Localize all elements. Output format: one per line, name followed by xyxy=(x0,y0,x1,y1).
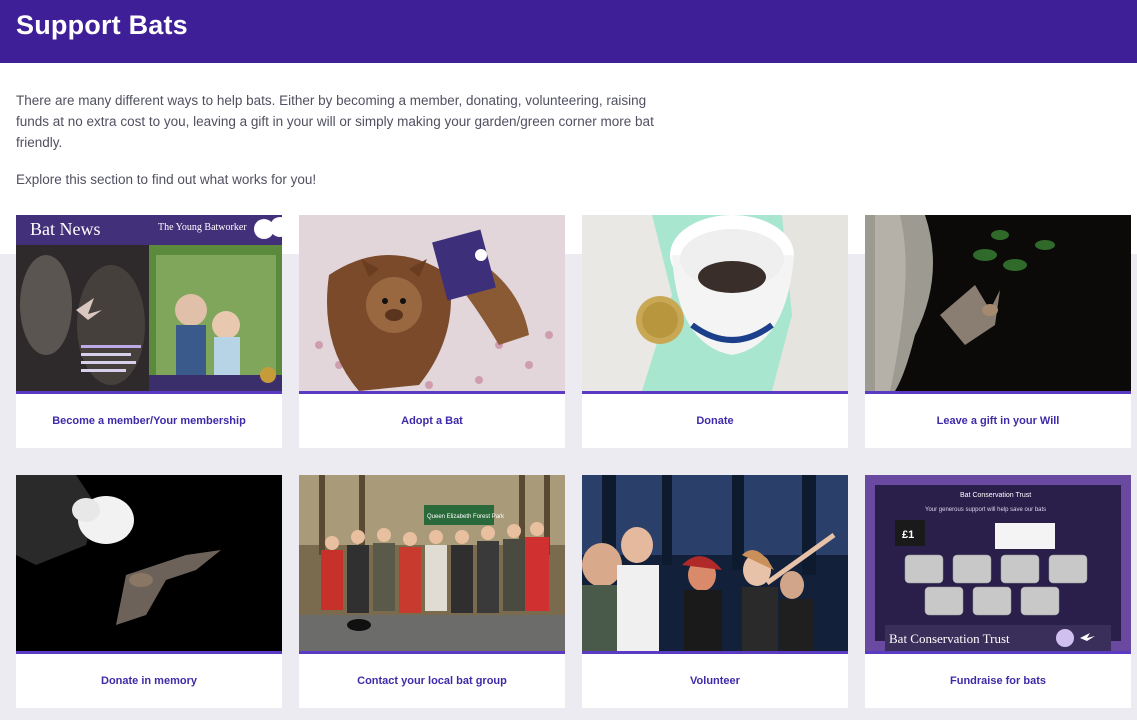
volunteers-at-night-image xyxy=(582,475,848,651)
magazine-covers-image: Bat News The Young Batworker xyxy=(16,215,282,391)
card-gift-in-will[interactable]: Leave a gift in your Will xyxy=(865,215,1131,448)
bat-group-photo-image: Queen Elizabeth Forest Park xyxy=(299,475,565,651)
card-label[interactable]: Donate xyxy=(582,394,848,448)
price-tag-text: £1 xyxy=(902,529,914,541)
card-donate[interactable]: Donate xyxy=(582,215,848,448)
card-label[interactable]: Contact your local bat group xyxy=(299,654,565,708)
card-fundraise[interactable]: Bat Conservation Trust Your generous sup… xyxy=(865,475,1131,708)
magazine-title-right: The Young Batworker xyxy=(158,222,247,233)
card-label[interactable]: Become a member/Your membership xyxy=(16,394,282,448)
card-label[interactable]: Donate in memory xyxy=(16,654,282,708)
box-lid-title: Bat Conservation Trust xyxy=(960,492,1031,499)
bat-in-cup-with-coin-image xyxy=(582,215,848,391)
intro-text: There are many different ways to help ba… xyxy=(16,90,676,190)
card-membership[interactable]: Bat News The Young Batworker Become a me… xyxy=(16,215,282,448)
card-label[interactable]: Adopt a Bat xyxy=(299,394,565,448)
intro-cta-paragraph: Explore this section to find out what wo… xyxy=(16,172,317,187)
card-adopt-a-bat[interactable]: Adopt a Bat xyxy=(299,215,565,448)
card-label[interactable]: Fundraise for bats xyxy=(865,654,1131,708)
bat-leaving-gloved-hand-image xyxy=(16,475,282,651)
card-label[interactable]: Volunteer xyxy=(582,654,848,708)
magazine-title-left: Bat News xyxy=(30,219,101,239)
box-lid-tagline: Your generous support will help save our… xyxy=(925,507,1046,513)
bat-flying-by-tree-image xyxy=(865,215,1131,391)
intro-paragraph: There are many different ways to help ba… xyxy=(16,93,654,150)
plush-bat-toy-image xyxy=(299,215,565,391)
card-local-bat-group[interactable]: Queen Elizabeth Forest Park Contact your… xyxy=(299,475,565,708)
park-sign-text: Queen Elizabeth Forest Park xyxy=(427,514,505,520)
page-header: Support Bats xyxy=(0,0,1137,63)
card-label[interactable]: Leave a gift in your Will xyxy=(865,394,1131,448)
bat-badge-collection-box-image: Bat Conservation Trust Your generous sup… xyxy=(865,475,1131,651)
box-front-title: Bat Conservation Trust xyxy=(889,631,1010,646)
card-donate-in-memory[interactable]: Donate in memory xyxy=(16,475,282,708)
card-volunteer[interactable]: Volunteer xyxy=(582,475,848,708)
page-title: Support Bats xyxy=(16,10,188,40)
